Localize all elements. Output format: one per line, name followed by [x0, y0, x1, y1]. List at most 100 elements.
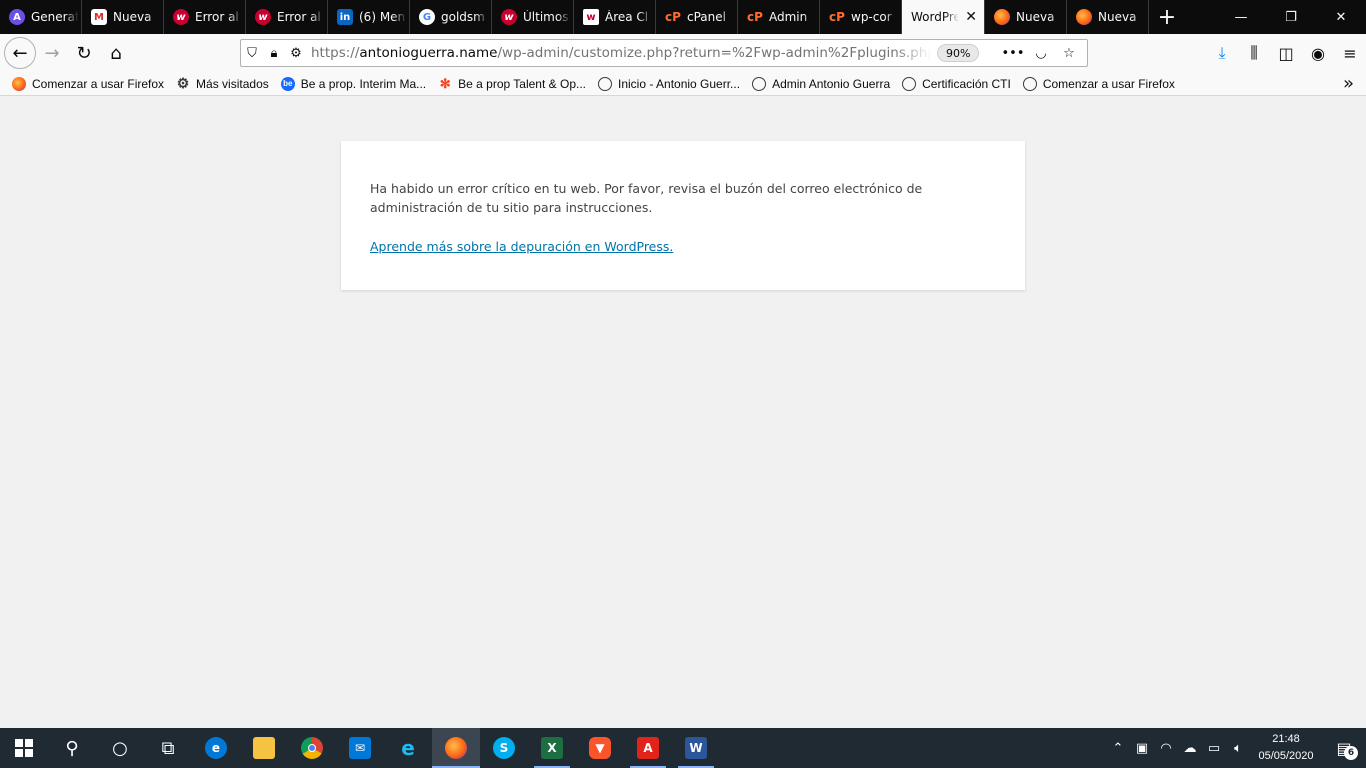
tab[interactable]: M Nueva [82, 0, 164, 34]
bookmark-item[interactable]: Comenzar a usar Firefox [12, 76, 164, 91]
tab[interactable]: cP Admin [738, 0, 820, 34]
close-tab-icon[interactable]: ✕ [965, 9, 977, 25]
close-window-button[interactable]: ✕ [1316, 0, 1366, 34]
taskbar-edge[interactable]: e [192, 728, 240, 768]
taskbar-brave[interactable]: ▼ [576, 728, 624, 768]
url-path: /wp-admin/customize.php?return=%2Fwp-adm… [497, 45, 931, 61]
restore-button[interactable]: ❐ [1266, 0, 1316, 34]
bookmark-item[interactable]: Admin Antonio Guerra [752, 76, 890, 91]
cpanel-icon: cP [665, 10, 681, 24]
tab-label: goldsm [441, 10, 485, 24]
bookmark-label: Be a prop. Interim Ma... [300, 76, 427, 91]
bookmark-item[interactable]: ✻ Be a prop Talent & Op... [438, 76, 586, 91]
webempresa-icon: w [501, 9, 517, 25]
minimize-button[interactable]: — [1216, 0, 1266, 34]
account-button[interactable]: ◉ [1302, 37, 1334, 69]
bookmark-item[interactable]: Certificación CTI [902, 76, 1011, 91]
webempresa-icon: w [255, 9, 271, 25]
taskbar-clock[interactable]: 21:48 05/05/2020 [1250, 728, 1322, 768]
folder-icon [253, 737, 275, 759]
zoom-level-badge[interactable]: 90% [937, 44, 980, 62]
account-icon: ◉ [1311, 43, 1325, 63]
pocket-icon[interactable]: ◡ [1027, 42, 1055, 64]
cortana-button[interactable]: ○ [96, 728, 144, 768]
library-button[interactable]: ⫼ [1238, 37, 1270, 69]
tab[interactable]: Nueva [1067, 0, 1149, 34]
tab[interactable]: in (6) Men [328, 0, 410, 34]
wifi-icon[interactable]: ◠ [1154, 728, 1178, 768]
tab-label: (6) Men [359, 10, 406, 24]
tab-label: Últimos [523, 10, 569, 24]
gmail-icon: M [91, 9, 107, 25]
tab[interactable]: cP cPanel [656, 0, 738, 34]
minimize-icon: — [1234, 9, 1248, 25]
bookmark-label: Be a prop Talent & Op... [458, 76, 586, 91]
taskbar-acrobat[interactable]: A [624, 728, 672, 768]
tab-label: Nueva [113, 10, 152, 24]
firefox-icon [1076, 9, 1092, 25]
home-button[interactable]: ⌂ [100, 37, 132, 69]
tab[interactable]: w Últimos [492, 0, 574, 34]
taskbar-firefox[interactable] [432, 728, 480, 768]
tab[interactable]: w Error al [164, 0, 246, 34]
acrobat-pdf-icon: A [637, 737, 659, 759]
new-tab-button[interactable]: + [1149, 0, 1185, 34]
sidebar-button[interactable]: ◫ [1270, 37, 1302, 69]
tracking-shield-icon[interactable]: ⛉ [241, 42, 263, 64]
bookmark-star-icon[interactable]: ☆ [1055, 42, 1083, 64]
taskbar-internet-explorer[interactable]: e [384, 728, 432, 768]
lock-icon[interactable]: 🔒︎ [263, 42, 285, 64]
onedrive-cloud-icon[interactable]: ☁ [1178, 728, 1202, 768]
bookmark-item[interactable]: Comenzar a usar Firefox [1022, 76, 1175, 91]
taskbar-excel[interactable]: X [528, 728, 576, 768]
search-button[interactable]: ⚲ [48, 728, 96, 768]
library-icon: ⫼ [1250, 43, 1258, 62]
taskbar-chrome[interactable] [288, 728, 336, 768]
volume-icon[interactable]: 🔈︎ [1226, 728, 1250, 768]
chevron-up-icon[interactable]: ⌃ [1106, 728, 1130, 768]
system-tray: ⌃ ▣ ◠ ☁ ▭ 🔈︎ 21:48 05/05/2020 ▤ 6 [1106, 728, 1366, 768]
google-icon: G [419, 9, 435, 25]
home-icon: ⌂ [110, 42, 122, 64]
tab-active[interactable]: WordPre ✕ [902, 0, 985, 34]
bookmark-item[interactable]: be Be a prop. Interim Ma... [280, 76, 427, 91]
edge-icon: e [205, 737, 227, 759]
tab-label: Nueva [1016, 10, 1055, 24]
battery-icon[interactable]: ▭ [1202, 728, 1226, 768]
chevron-double-right-icon[interactable]: » [1343, 73, 1354, 94]
tab[interactable]: w Área Cl [574, 0, 656, 34]
cortana-icon: ○ [112, 737, 128, 759]
taskbar-skype[interactable]: S [480, 728, 528, 768]
permissions-icon[interactable]: ⚙ [285, 42, 307, 64]
tab[interactable]: A Generat [0, 0, 82, 34]
forward-button[interactable]: → [36, 37, 68, 69]
downloads-button[interactable]: ⤓ [1206, 37, 1238, 69]
reload-button[interactable]: ↻ [68, 37, 100, 69]
url-prefix: https:// [311, 45, 360, 61]
tab[interactable]: Nueva [985, 0, 1067, 34]
bookmark-item[interactable]: ⚙ Más visitados [176, 75, 269, 91]
task-view-button[interactable]: ⧉ [144, 728, 192, 768]
taskbar-word[interactable]: W [672, 728, 720, 768]
app-tray-icon[interactable]: ▣ [1130, 728, 1154, 768]
arrow-right-icon: → [44, 42, 60, 64]
page-actions-icon[interactable]: ••• [999, 42, 1027, 64]
start-button[interactable] [0, 728, 48, 768]
back-button[interactable]: ← [4, 37, 36, 69]
debugging-help-link[interactable]: Aprende más sobre la depuración en WordP… [370, 239, 673, 254]
menu-button[interactable]: ≡ [1334, 37, 1366, 69]
action-center-button[interactable]: ▤ 6 [1322, 728, 1366, 768]
tab[interactable]: Ggoldsm [410, 0, 492, 34]
bookmark-label: Más visitados [196, 76, 269, 91]
clock-date: 05/05/2020 [1258, 750, 1314, 762]
tab[interactable]: cP wp-cor [820, 0, 902, 34]
url-text[interactable]: https://antonioguerra.name/wp-admin/cust… [311, 45, 931, 61]
bookmark-item[interactable]: Inicio - Antonio Guerr... [598, 76, 740, 91]
chrome-icon [301, 737, 323, 759]
window-controls: — ❐ ✕ [1216, 0, 1366, 34]
taskbar-mail[interactable]: ✉ [336, 728, 384, 768]
taskbar-file-explorer[interactable] [240, 728, 288, 768]
url-bar[interactable]: ⛉ 🔒︎ ⚙ https://antonioguerra.name/wp-adm… [240, 39, 1088, 67]
tab[interactable]: w Error al [246, 0, 328, 34]
skype-icon: S [493, 737, 515, 759]
